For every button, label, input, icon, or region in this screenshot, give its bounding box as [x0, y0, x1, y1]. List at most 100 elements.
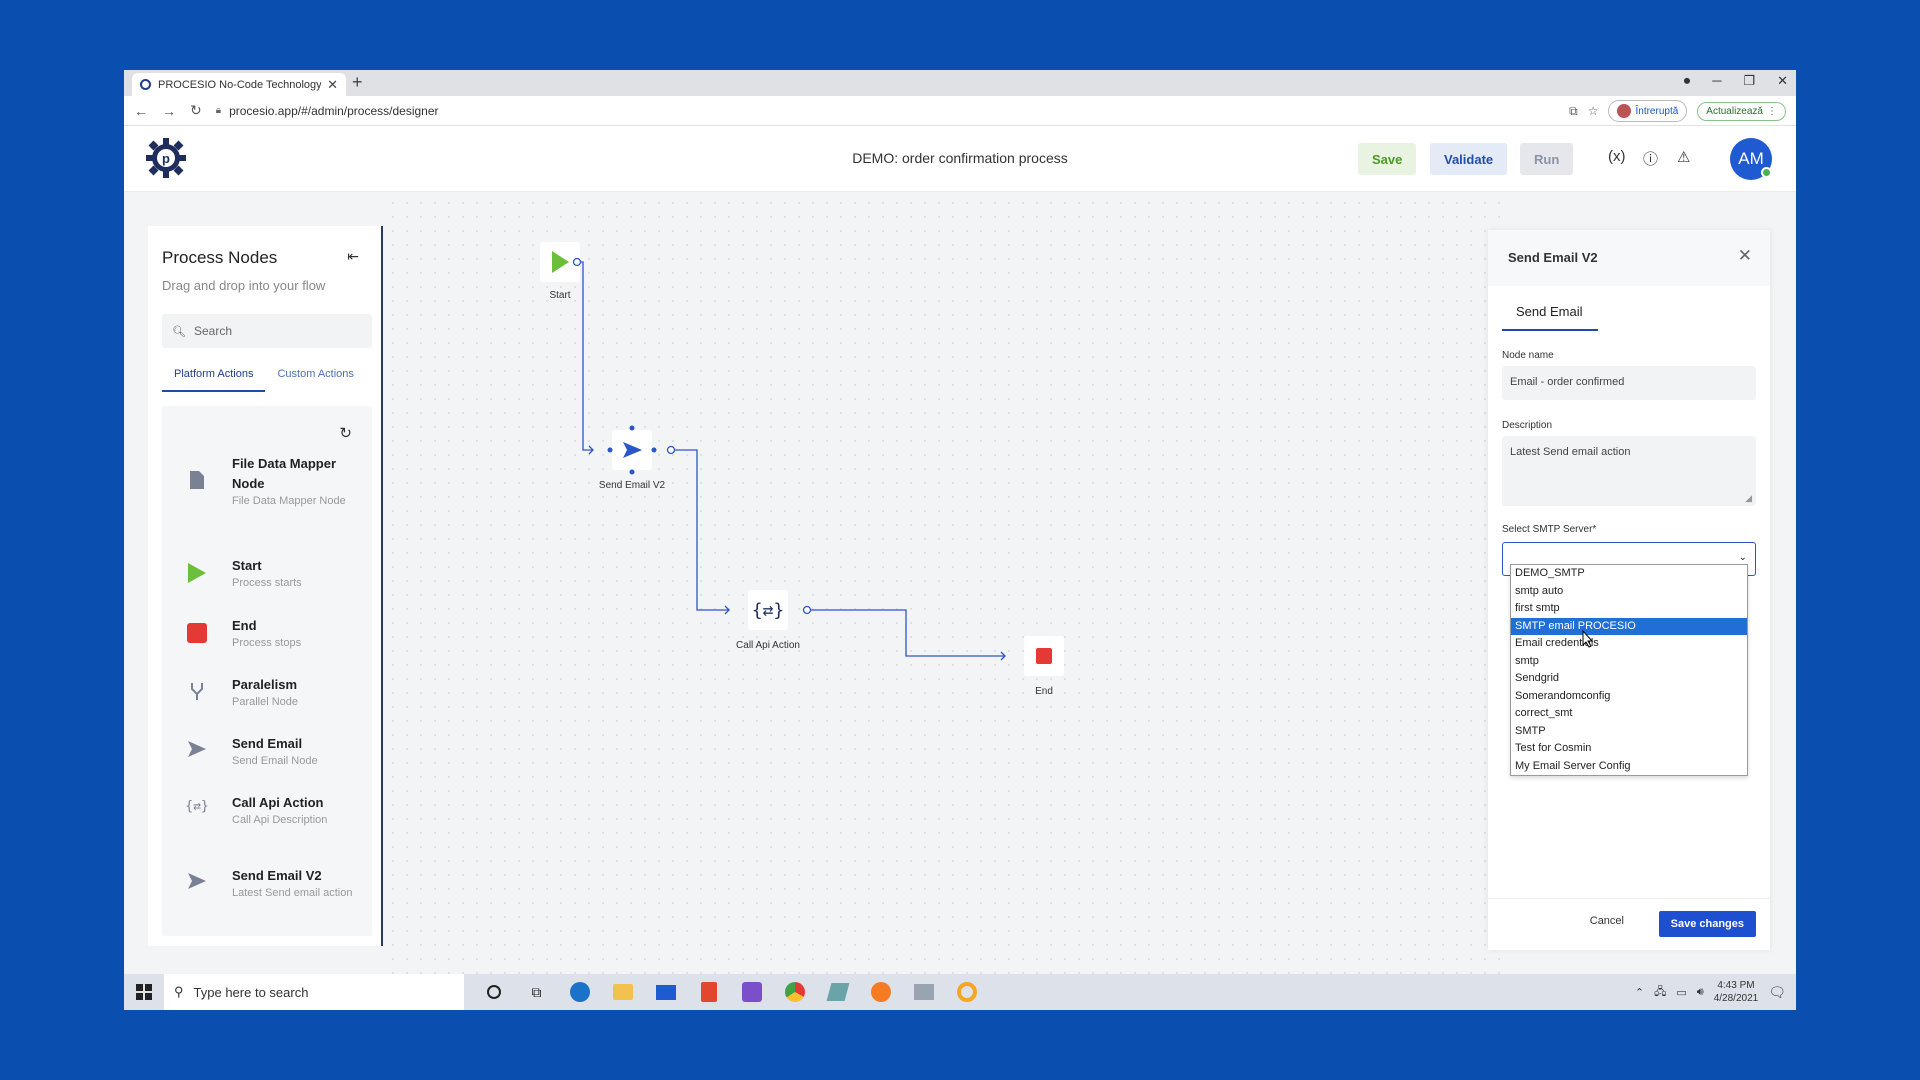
close-tab-icon[interactable]: ✕ — [327, 77, 338, 93]
dropdown-option[interactable]: Somerandomconfig — [1511, 688, 1747, 706]
list-item-start[interactable]: Start Process starts — [162, 556, 372, 590]
smtp-server-label: Select SMTP Server* — [1502, 524, 1597, 535]
validate-button[interactable]: Validate — [1430, 143, 1508, 175]
app-icon[interactable] — [816, 983, 859, 1001]
output-port-icon[interactable] — [802, 605, 812, 615]
reload-icon[interactable]: ↻ — [190, 102, 202, 119]
list-item-file-data-mapper[interactable]: File Data Mapper Node File Data Mapper N… — [162, 454, 372, 508]
dropdown-option-highlighted[interactable]: SMTP email PROCESIO — [1511, 617, 1747, 635]
close-window-icon[interactable]: ✕ — [1777, 73, 1788, 89]
dropdown-option[interactable]: first smtp — [1511, 600, 1747, 618]
list-item-call-api-action[interactable]: {⇄} Call Api Action Call Api Description — [162, 793, 372, 827]
tab-platform-actions[interactable]: Platform Actions — [162, 362, 266, 392]
node-name-field[interactable]: Email - order confirmed — [1502, 366, 1756, 400]
resize-handle-icon[interactable]: ◢ — [1745, 493, 1752, 504]
network-icon[interactable]: 🖧︎ — [1654, 983, 1666, 1002]
list-item-send-email[interactable]: Send Email Send Email Node — [162, 734, 372, 768]
refresh-icon[interactable]: ↻ — [339, 424, 352, 442]
taskbar-search-input[interactable]: ⚲ Type here to search — [164, 974, 464, 1010]
node-name: File Data Mapper Node — [232, 456, 337, 491]
run-button[interactable]: Run — [1520, 143, 1574, 175]
lock-icon: 🔒︎ — [215, 105, 222, 116]
dropdown-option[interactable]: Email credentials — [1511, 635, 1747, 653]
variables-icon[interactable]: (x) — [1608, 148, 1626, 165]
cortana-icon[interactable] — [472, 985, 515, 999]
forward-icon[interactable]: → — [162, 103, 176, 119]
new-tab-icon[interactable]: + — [352, 72, 363, 93]
search-icon: 🔍︎ — [172, 325, 186, 338]
display-icon[interactable]: ▭ — [1676, 986, 1686, 999]
profile-chip[interactable]: Întreruptă — [1608, 100, 1688, 122]
tab-send-email[interactable]: Send Email — [1502, 298, 1598, 331]
node-desc: Parallel Node — [232, 696, 299, 708]
browser-tab-title: PROCESIO No-Code Technology — [158, 78, 322, 91]
app-yellow-icon[interactable] — [945, 982, 988, 1002]
output-port-icon[interactable] — [666, 445, 676, 455]
list-item-send-email-v2[interactable]: Send Email V2 Latest Send email action — [162, 866, 372, 900]
process-canvas[interactable]: {⇄} Start Send Email V2 Call Api Action … — [386, 196, 1506, 986]
translate-icon[interactable]: ⧉ — [1569, 104, 1578, 119]
visual-studio-icon[interactable] — [730, 982, 773, 1002]
collapse-sidebar-icon[interactable]: ⇤ — [347, 248, 359, 265]
description-field[interactable]: Latest Send email action ◢ — [1502, 436, 1756, 506]
edge-icon[interactable] — [558, 982, 601, 1002]
record-icon[interactable]: ⏺ — [1684, 73, 1691, 89]
chrome-icon[interactable] — [773, 982, 816, 1002]
handle-icon[interactable] — [629, 469, 635, 475]
bookmark-star-icon[interactable]: ☆ — [1588, 104, 1599, 118]
close-icon[interactable]: ✕ — [1738, 246, 1752, 266]
dropdown-option[interactable]: Sendgrid — [1511, 670, 1747, 688]
node-name: Send Email V2 — [232, 868, 322, 883]
handle-icon[interactable] — [607, 447, 613, 453]
save-button[interactable]: Save — [1358, 143, 1417, 175]
back-icon[interactable]: ← — [134, 103, 148, 119]
dropdown-option[interactable]: Test for Cosmin — [1511, 740, 1747, 758]
restore-icon[interactable]: ❐ — [1743, 73, 1755, 89]
volume-icon[interactable]: 🔊︎ — [1697, 986, 1704, 999]
windows-start-icon[interactable] — [124, 974, 164, 1010]
dropdown-option[interactable]: correct_smt — [1511, 705, 1747, 723]
dropdown-option[interactable]: DEMO_SMTP — [1511, 565, 1747, 583]
connector-send-api — [672, 449, 728, 611]
cancel-button[interactable]: Cancel — [1590, 915, 1624, 927]
list-item-end[interactable]: End Process stops — [162, 616, 372, 650]
handle-icon[interactable] — [629, 425, 635, 431]
url-field[interactable]: 🔒︎ procesio.app/#/admin/process/designer — [216, 104, 439, 118]
handle-icon[interactable] — [651, 447, 657, 453]
update-chip[interactable]: Actualizează ⋮ — [1697, 101, 1786, 121]
process-nodes-sidebar: Process Nodes ⇤ Drag and drop into your … — [148, 226, 383, 946]
smtp-server-dropdown: DEMO_SMTP smtp auto first smtp SMTP emai… — [1510, 564, 1748, 776]
tab-custom-actions[interactable]: Custom Actions — [265, 362, 365, 392]
send-icon — [188, 741, 206, 757]
photos-icon[interactable] — [902, 984, 945, 1000]
dropdown-option[interactable]: smtp — [1511, 653, 1747, 671]
minimize-icon[interactable]: ─ — [1712, 73, 1721, 89]
play-icon — [188, 563, 206, 583]
user-avatar[interactable]: AM — [1730, 138, 1772, 180]
task-view-icon[interactable]: ⧉ — [515, 984, 558, 1001]
dropdown-option[interactable]: SMTP — [1511, 723, 1747, 741]
list-item-paralelism[interactable]: Paralelism Parallel Node — [162, 675, 372, 709]
output-port-icon[interactable] — [572, 257, 582, 267]
node-desc: File Data Mapper Node — [232, 495, 346, 507]
help-icon[interactable]: ⓘ — [1643, 148, 1658, 169]
clock[interactable]: 4:43 PM 4/28/2021 — [1714, 979, 1759, 1005]
clock-time: 4:43 PM — [1717, 980, 1755, 991]
browser-tab-bar: PROCESIO No-Code Technology ✕ + ⏺ ─ ❐ ✕ — [124, 70, 1796, 96]
warning-icon[interactable]: ⚠ — [1677, 148, 1690, 166]
save-changes-button[interactable]: Save changes — [1658, 911, 1756, 937]
dropdown-option[interactable]: My Email Server Config — [1511, 758, 1747, 776]
app-orange-icon[interactable] — [859, 982, 902, 1002]
node-desc: Send Email Node — [232, 755, 318, 767]
call-api-node-label: Call Api Action — [736, 640, 800, 651]
file-explorer-icon[interactable] — [601, 984, 644, 1000]
chevron-up-icon[interactable]: ⌃ — [1635, 986, 1644, 999]
node-name: Paralelism — [232, 677, 298, 692]
browser-tab[interactable]: PROCESIO No-Code Technology ✕ — [132, 73, 346, 96]
node-search-input[interactable]: 🔍︎ Search — [162, 314, 372, 348]
mail-icon[interactable] — [644, 984, 687, 1000]
dropdown-option[interactable]: smtp auto — [1511, 583, 1747, 601]
notifications-icon[interactable]: 🗨︎ — [1768, 984, 1786, 1001]
office-icon[interactable] — [687, 982, 730, 1002]
send-email-node-label: Send Email V2 — [598, 480, 666, 491]
